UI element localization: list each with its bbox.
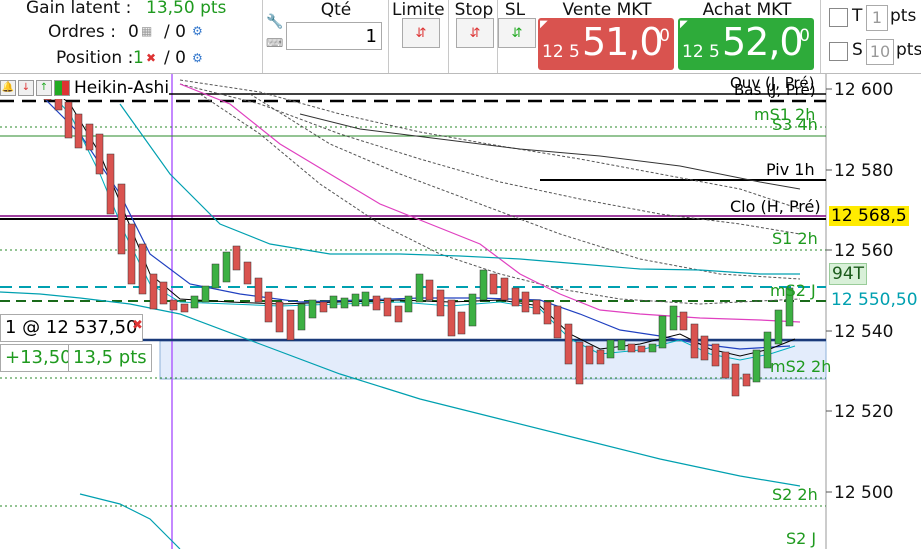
sell-small-price: 12 5 (542, 42, 580, 62)
sell-sup-price: 0 (659, 26, 670, 46)
s-label: S (852, 40, 863, 60)
sell-market-button[interactable]: ◤ 12 5 51,0 0 (538, 18, 674, 70)
qty-header: Qté (320, 0, 352, 20)
stop-order-icon: ⇵ (469, 25, 481, 41)
separator (388, 0, 389, 73)
separator (262, 0, 263, 73)
level-label-piv-1h: Piv 1h (766, 160, 815, 179)
position-value: 1 (133, 48, 144, 68)
orders-suffix: / 0 (164, 22, 186, 42)
sl-order-button[interactable]: ⇵ (498, 18, 536, 48)
separator (820, 0, 821, 73)
arrow-down-icon[interactable]: ↓ (18, 80, 34, 96)
limit-order-icon: ⇵ (415, 25, 427, 41)
level-label-s2-2h: S2 2h (772, 485, 818, 504)
chart-toolbar: 🔔 ↓ ↑ Heikin-Ashi (0, 77, 170, 99)
position-line-label[interactable]: 1 @ 12 537,50 (0, 314, 143, 342)
stop-order-button[interactable]: ⇵ (456, 18, 494, 48)
level-label-s1-2h: S1 2h (772, 229, 818, 248)
t-label: T (852, 6, 863, 26)
buy-market-button[interactable]: ◤ 12 5 52,0 0 (678, 18, 814, 70)
position-pnl-pts: 13,5 pts (68, 344, 152, 372)
stop-header: Stop (454, 0, 494, 20)
limit-header: Limite (392, 0, 445, 20)
limit-order-button[interactable]: ⇵ (402, 18, 440, 48)
sell-header: Vente MKT (562, 0, 652, 20)
s-unit: pts (896, 40, 921, 60)
gain-value: 13,50 pts (146, 0, 227, 18)
gear-icon[interactable]: ⚙ (192, 24, 203, 38)
position-suffix: / 0 (164, 48, 186, 68)
gain-label: Gain latent : (26, 0, 132, 18)
level-label-ms2-j: mS2 J (770, 281, 816, 300)
s-checkbox[interactable] (829, 42, 848, 61)
gear-icon[interactable]: ⚙ (192, 51, 203, 65)
bell-icon[interactable]: 🔔 (0, 80, 16, 96)
close-position-line-icon[interactable]: ✖ (132, 318, 143, 333)
heikin-ashi-icon[interactable] (54, 80, 70, 96)
separator (448, 0, 449, 73)
chart-type-label[interactable]: Heikin-Ashi (74, 78, 169, 98)
y-tick-label: 12 520 (834, 402, 893, 422)
buy-corner-icon: ◤ (680, 19, 688, 30)
t-unit: pts (890, 6, 917, 26)
order-summary-panel: Gain latent : 13,50 pts Ordres : 0 ▦ / 0… (0, 0, 921, 74)
level-label-ms2-2h: mS2 2h (770, 357, 832, 376)
s-input[interactable]: 10 (866, 39, 894, 65)
sl-order-icon: ⇵ (511, 25, 523, 41)
last-price-tag: 12 568,5 (829, 206, 909, 226)
buy-small-price: 12 5 (682, 42, 720, 62)
cyan-price-tag: 12 550,50 (829, 290, 920, 310)
close-position-icon[interactable]: ✖ (146, 51, 156, 65)
keyboard-icon[interactable]: ⌨ (266, 36, 283, 50)
wrench-icon[interactable]: 🔧 (266, 14, 283, 30)
t-checkbox[interactable] (829, 8, 848, 27)
arrow-up-icon[interactable]: ↑ (36, 80, 52, 96)
level-label-s3-4h: S3 4h (772, 115, 818, 134)
position-line-text: 1 @ 12 537,50 (5, 317, 138, 338)
level-label-clo: Clo (H, Pré) (730, 197, 821, 216)
level-label-s2-j: S2 J (786, 529, 817, 548)
y-tick-label: 12 600 (834, 80, 893, 100)
orders-value: 0 (128, 22, 139, 42)
sell-corner-icon: ◤ (540, 19, 548, 30)
level-label-bas: Bas (J, Pré) (734, 81, 816, 99)
y-tick-label: 12 560 (834, 241, 893, 261)
sl-header: SL (504, 0, 526, 20)
qty-input[interactable]: 1 (286, 22, 382, 50)
position-label: Position : (56, 48, 134, 68)
orders-label: Ordres : (48, 22, 116, 42)
y-tick-label: 12 580 (834, 161, 893, 181)
buy-header: Achat MKT (702, 0, 792, 20)
y-tick-label: 12 540 (834, 322, 893, 342)
orders-icon[interactable]: ▦ (141, 24, 152, 38)
sell-big-price: 51,0 (582, 20, 664, 64)
y-tick-label: 12 500 (834, 483, 893, 503)
buy-sup-price: 0 (799, 26, 810, 46)
buy-big-price: 52,0 (722, 20, 804, 64)
position-pnl: +13,50 (0, 344, 77, 372)
price-chart[interactable]: 12 600 12 580 12 560 12 540 12 520 12 50… (0, 74, 921, 549)
ticker-tag: 94T (829, 263, 868, 285)
t-input[interactable]: 1 (866, 5, 888, 31)
